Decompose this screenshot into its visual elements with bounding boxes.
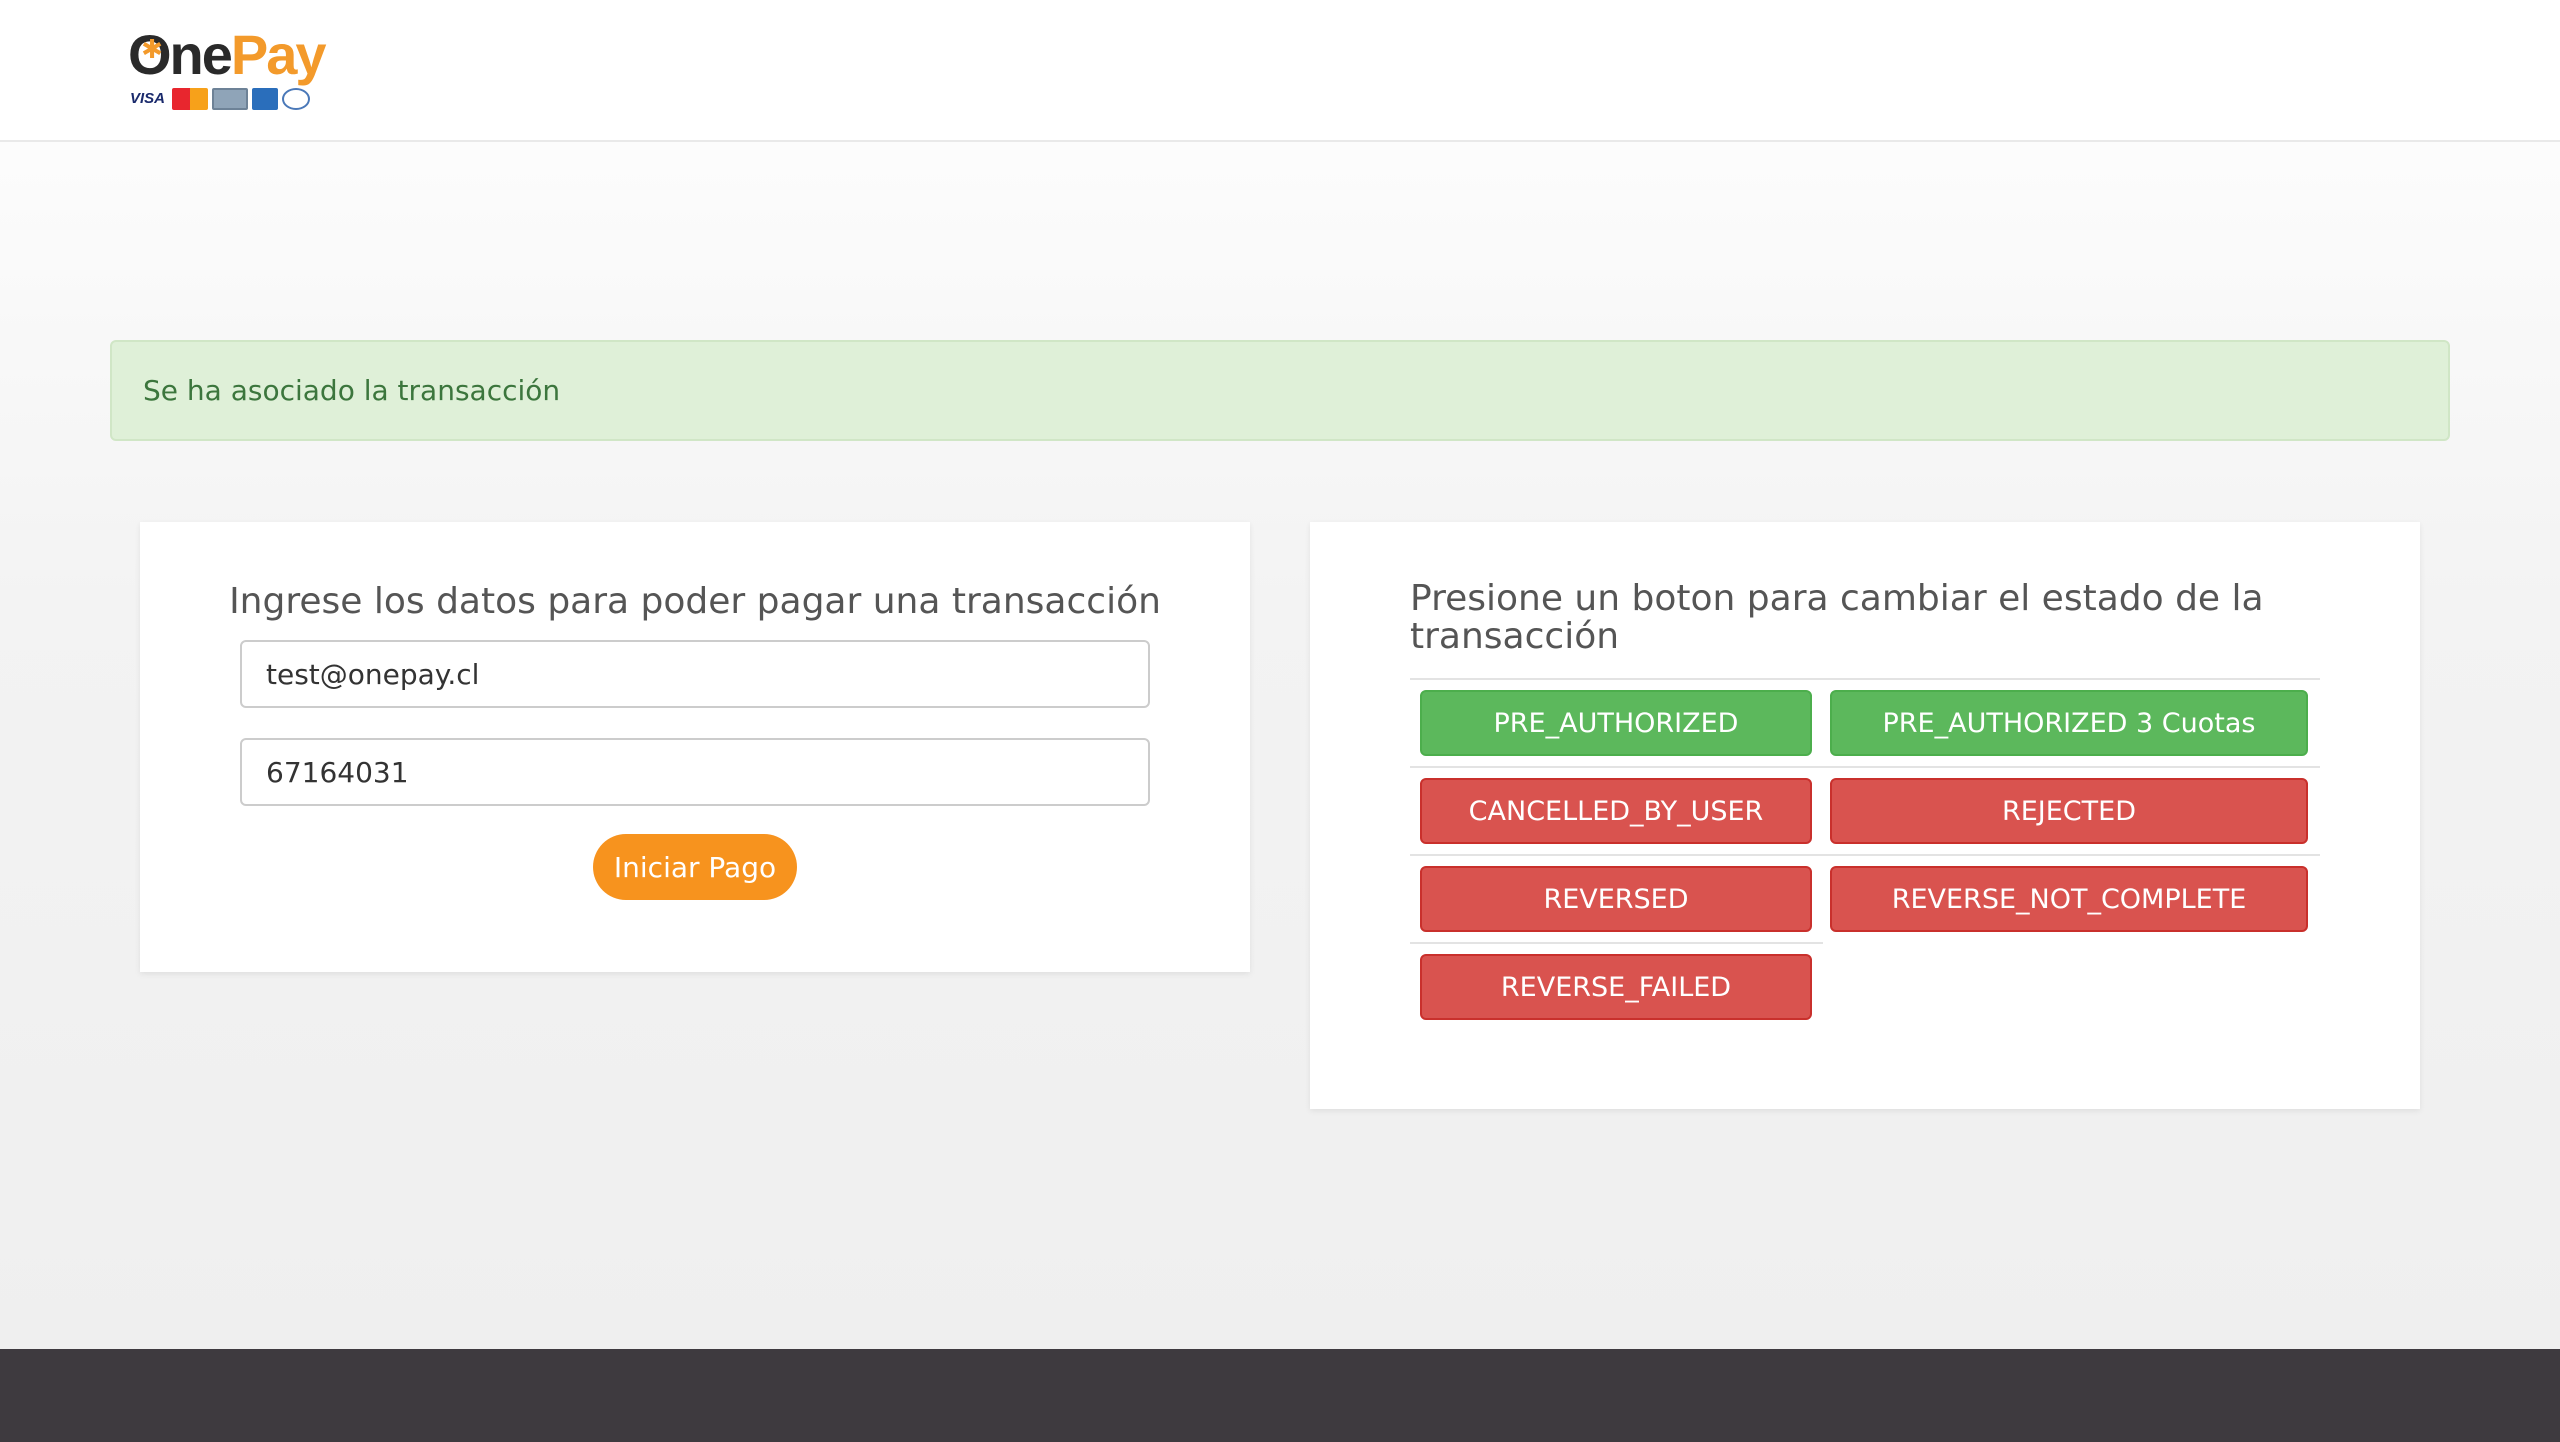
payment-panel: Ingrese los datos para poder pagar una t… — [140, 522, 1250, 972]
payment-panel-title: Ingrese los datos para poder pagar una t… — [229, 581, 1161, 622]
star-icon: ✱ — [141, 35, 163, 65]
state-panel: Presione un boton para cambiar el estado… — [1310, 522, 2420, 1109]
logo-pay-text: Pay — [230, 23, 327, 86]
state-buttons-table: PRE_AUTHORIZED PRE_AUTHORIZED 3 Cuotas C… — [1410, 678, 2320, 1030]
onepay-logo[interactable]: OnePay ✱ VISA — [128, 24, 328, 116]
table-row: PRE_AUTHORIZED PRE_AUTHORIZED 3 Cuotas — [1410, 678, 2320, 766]
top-header: OnePay ✱ VISA — [0, 0, 2560, 142]
reverse-failed-button[interactable]: REVERSE_FAILED — [1420, 954, 1812, 1020]
amex-logo-icon — [252, 88, 278, 110]
success-alert: Se ha asociado la transacción — [110, 340, 2450, 441]
phone-field[interactable] — [240, 738, 1150, 806]
table-row: REVERSED REVERSE_NOT_COMPLETE — [1410, 854, 2320, 942]
page-footer — [0, 1349, 2560, 1442]
magna-logo-icon — [212, 88, 248, 110]
cancelled-by-user-button[interactable]: CANCELLED_BY_USER — [1420, 778, 1812, 844]
pre-authorized-3-cuotas-button[interactable]: PRE_AUTHORIZED 3 Cuotas — [1830, 690, 2308, 756]
reverse-not-complete-button[interactable]: REVERSE_NOT_COMPLETE — [1830, 866, 2308, 932]
state-panel-title: Presione un boton para cambiar el estado… — [1410, 578, 2264, 657]
rejected-button[interactable]: REJECTED — [1830, 778, 2308, 844]
card-brands: VISA — [130, 88, 310, 110]
pre-authorized-button[interactable]: PRE_AUTHORIZED — [1420, 690, 1812, 756]
visa-logo-icon: VISA — [130, 90, 166, 107]
reversed-button[interactable]: REVERSED — [1420, 866, 1812, 932]
email-field[interactable] — [240, 640, 1150, 708]
start-payment-button[interactable]: Iniciar Pago — [593, 834, 797, 900]
table-row: CANCELLED_BY_USER REJECTED — [1410, 766, 2320, 854]
table-row: REVERSE_FAILED — [1410, 942, 1823, 1030]
diners-logo-icon — [282, 88, 310, 110]
mastercard-logo-icon — [172, 88, 208, 110]
alert-message: Se ha asociado la transacción — [143, 374, 561, 407]
